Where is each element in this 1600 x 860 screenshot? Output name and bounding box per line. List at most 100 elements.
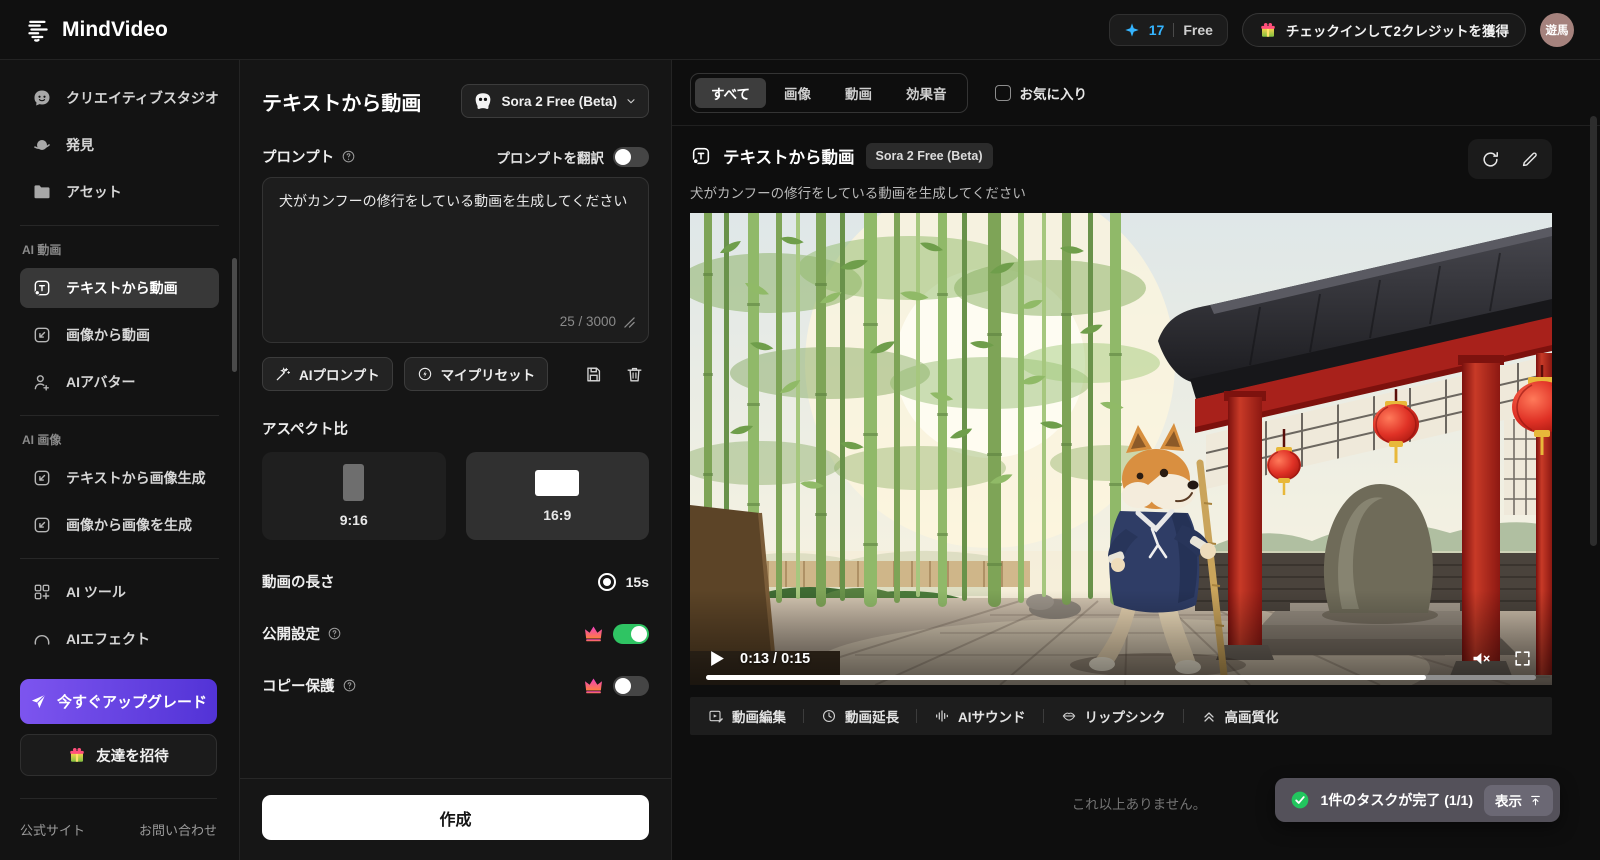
translate-label: プロンプトを翻訳 [496, 150, 604, 166]
chevron-down-icon [625, 95, 637, 107]
ai-prompt-button[interactable]: AIプロンプト [262, 357, 393, 391]
help-icon[interactable] [341, 149, 356, 164]
user-avatar[interactable]: 遊馬 [1540, 12, 1574, 47]
clear-prompt-button[interactable] [619, 359, 649, 389]
progress-fill [706, 675, 1426, 680]
ai-sound-button[interactable]: AIサウンド [930, 706, 1030, 726]
sidebar-item-label: テキストから画像生成 [66, 470, 206, 486]
sidebar: クリエイティブスタジオ 発見 アセット AI 動画 テキストから動画 画像から動… [0, 60, 240, 860]
video-edit-button[interactable]: 動画編集 [704, 706, 790, 726]
credits-count: 17 [1148, 21, 1165, 38]
sidebar-item-creative-studio[interactable]: クリエイティブスタジオ [20, 78, 219, 118]
sidebar-item-label: クリエイティブスタジオ [66, 90, 219, 106]
contact-link[interactable]: お問い合わせ [139, 820, 217, 839]
sidebar-item-ai-effects[interactable]: AIエフェクト [20, 619, 219, 659]
upgrade-button[interactable]: 今すぐアップグレード [20, 679, 217, 724]
landscape-shape [535, 469, 580, 496]
preset-bolt-icon [417, 366, 433, 382]
divider [1182, 709, 1184, 723]
char-count: 25 / 3000 [559, 314, 616, 330]
public-toggle[interactable] [613, 623, 649, 644]
gallery-filter-bar: すべて 画像 動画 効果音 お気に入り [672, 60, 1600, 126]
create-button[interactable]: 作成 [262, 795, 649, 840]
mindvideo-logo-icon [26, 17, 52, 43]
sidebar-item-ai-avatar[interactable]: AIアバター [20, 362, 219, 402]
tab-videos[interactable]: 動画 [829, 78, 888, 108]
invite-friends-button[interactable]: 友達を招待 [20, 734, 217, 776]
aspect-ratio-label: アスペクト比 [262, 422, 348, 438]
sidebar-item-image-to-image[interactable]: 画像から画像を生成 [20, 505, 219, 545]
copy-protect-toggle[interactable] [613, 675, 649, 696]
sidebar-item-discover[interactable]: 発見 [20, 125, 219, 165]
sidebar-item-label: AI ツール [66, 584, 126, 600]
video-player[interactable]: 0:13 / 0:15 [690, 213, 1552, 685]
sidebar-item-label: AIアバター [66, 374, 136, 390]
credits-pill[interactable]: 17 Free [1108, 13, 1228, 46]
my-preset-button[interactable]: マイプリセット [403, 357, 549, 391]
favorites-checkbox[interactable] [994, 84, 1011, 101]
composer-panel: テキストから動画 Sora 2 Free (Beta) プロンプト プロンプトを… [240, 60, 672, 860]
mute-icon[interactable] [1470, 648, 1491, 669]
success-check-icon [1290, 790, 1310, 810]
sidebar-item-text-to-video[interactable]: テキストから動画 [20, 268, 219, 308]
tab-images[interactable]: 画像 [768, 78, 827, 108]
avatar-initials: 遊馬 [1545, 24, 1569, 37]
sidebar-item-label: 画像から動画 [66, 327, 150, 343]
sidebar-item-label: 発見 [66, 137, 94, 153]
sparkle-icon [1124, 22, 1140, 38]
studio-smiley-icon [32, 88, 52, 108]
action-label: AIサウンド [958, 710, 1026, 725]
portrait-shape [343, 464, 365, 501]
checkin-label: チェックインして2クレジットを獲得 [1285, 23, 1509, 39]
lipsync-button[interactable]: リップシンク [1057, 706, 1170, 726]
favorites-label: お気に入り [1019, 86, 1088, 102]
toast-view-button[interactable]: 表示 [1484, 784, 1553, 816]
checkin-reward-button[interactable]: チェックインして2クレジットを獲得 [1241, 12, 1526, 47]
brand[interactable]: MindVideo [26, 17, 168, 43]
sidebar-item-image-to-video[interactable]: 画像から動画 [20, 315, 219, 355]
aspect-label-916: 9:16 [339, 512, 368, 528]
divider [1042, 709, 1044, 723]
regenerate-icon[interactable] [1481, 150, 1500, 169]
gallery-panel: すべて 画像 動画 効果音 お気に入り テキストから動画 Sora 2 Free… [672, 60, 1600, 860]
fullscreen-icon[interactable] [1513, 649, 1532, 668]
translate-toggle[interactable] [613, 146, 649, 167]
edit-pencil-icon[interactable] [1520, 150, 1539, 169]
progress-bar[interactable] [706, 675, 1536, 680]
tab-sound-effects[interactable]: 効果音 [890, 78, 963, 108]
avatar-plus-icon [32, 372, 52, 392]
aspect-option-16-9[interactable]: 16:9 [465, 452, 649, 540]
action-label: リップシンク [1084, 710, 1166, 725]
sidebar-item-ai-tools[interactable]: AI ツール [20, 572, 219, 612]
card-toolbar [1468, 139, 1552, 179]
sidebar-scrollbar[interactable] [232, 258, 237, 372]
action-label: 動画延長 [845, 710, 899, 725]
prompt-textarea[interactable]: 犬がカンフーの修行をしている動画を生成してください 25 / 3000 [262, 177, 649, 343]
resize-grip-icon[interactable] [624, 317, 635, 328]
official-site-link[interactable]: 公式サイト [20, 820, 85, 839]
aspect-option-9-16[interactable]: 9:16 [262, 452, 446, 540]
sidebar-item-label: 画像から画像を生成 [66, 517, 192, 533]
model-name: Sora 2 Free (Beta) [501, 93, 617, 109]
card-prompt-text: 犬がカンフーの修行をしている動画を生成してください [690, 186, 1026, 201]
crown-premium-icon [584, 625, 603, 642]
gallery-scrollbar[interactable] [1590, 116, 1597, 546]
section-title-ai-video: AI 動画 [22, 243, 62, 257]
sidebar-item-assets[interactable]: アセット [20, 172, 219, 212]
text-to-image-icon [32, 468, 52, 488]
gift-icon [68, 746, 86, 764]
effects-icon [32, 629, 52, 649]
enhance-button[interactable]: 高画質化 [1197, 706, 1283, 726]
duration-radio-15s[interactable] [597, 572, 616, 591]
save-preset-button[interactable] [578, 359, 608, 389]
sidebar-item-text-to-image[interactable]: テキストから画像生成 [20, 458, 219, 498]
tab-all[interactable]: すべて [695, 77, 767, 108]
video-extend-button[interactable]: 動画延長 [817, 706, 903, 726]
help-icon[interactable] [342, 678, 357, 693]
player-gradient [690, 590, 1552, 685]
model-select-button[interactable]: Sora 2 Free (Beta) [461, 84, 649, 118]
playback-time: 0:13 / 0:15 [740, 650, 811, 667]
play-button[interactable] [710, 650, 725, 667]
help-icon[interactable] [327, 626, 342, 641]
divider [1173, 22, 1175, 37]
